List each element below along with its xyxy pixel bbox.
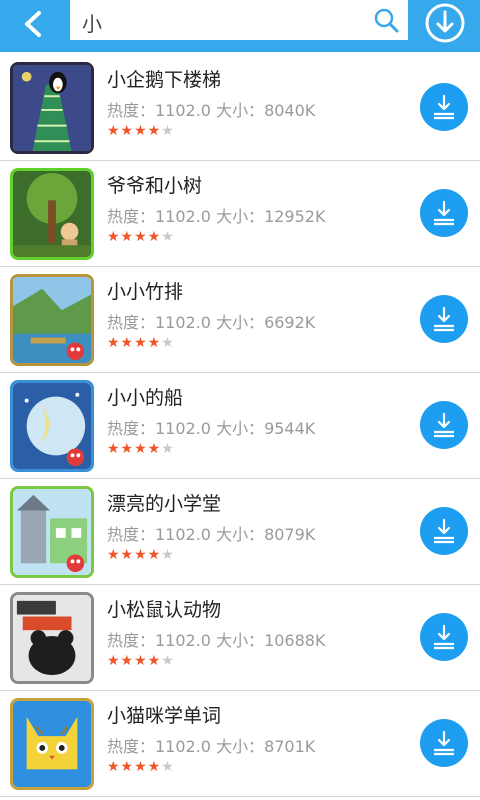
download-button[interactable] — [420, 401, 468, 449]
app-meta: 热度：1102.0 大小：8079K — [107, 525, 316, 544]
star-empty-icon: ★ — [161, 123, 175, 139]
app-meta: 热度：1102.0 大小：9544K — [107, 419, 316, 438]
download-button[interactable] — [420, 719, 468, 767]
download-icon — [434, 200, 454, 226]
star-filled-icon: ★★★★ — [107, 759, 162, 775]
download-icon — [434, 412, 454, 438]
app-meta: 热度：1102.0 大小：10688K — [107, 631, 326, 650]
download-icon — [434, 730, 454, 756]
app-thumbnail[interactable] — [10, 62, 94, 154]
app-meta: 热度：1102.0 大小：6692K — [107, 313, 316, 332]
app-title[interactable]: 小小的船 — [107, 383, 183, 410]
app-title[interactable]: 小小竹排 — [107, 277, 183, 304]
list-item[interactable]: 小松鼠认动物 热度：1102.0 大小：10688K ★★★★★ — [0, 585, 480, 691]
download-button[interactable] — [420, 295, 468, 343]
download-button[interactable] — [420, 189, 468, 237]
app-thumbnail[interactable] — [10, 274, 94, 366]
star-filled-icon: ★★★★ — [107, 229, 162, 245]
list-item[interactable]: 爷爷和小树 热度：1102.0 大小：12952K ★★★★★ — [0, 161, 480, 267]
app-title[interactable]: 小猫咪学单词 — [107, 701, 221, 728]
app-title[interactable]: 漂亮的小学堂 — [107, 489, 221, 516]
star-empty-icon: ★ — [161, 547, 175, 563]
app-thumbnail[interactable] — [10, 486, 94, 578]
rating-stars: ★★★★★ — [107, 653, 175, 669]
download-icon — [434, 518, 454, 544]
star-empty-icon: ★ — [161, 759, 175, 775]
star-filled-icon: ★★★★ — [107, 653, 162, 669]
back-button[interactable] — [8, 4, 56, 44]
list-item[interactable]: 小猫咪学单词 热度：1102.0 大小：8701K ★★★★★ — [0, 691, 480, 797]
download-icon — [434, 624, 454, 650]
app-meta: 热度：1102.0 大小：8040K — [107, 101, 316, 120]
app-title[interactable]: 爷爷和小树 — [107, 171, 202, 198]
rating-stars: ★★★★★ — [107, 123, 175, 139]
download-button[interactable] — [420, 613, 468, 661]
rating-stars: ★★★★★ — [107, 335, 175, 351]
download-manager-icon[interactable] — [424, 2, 466, 44]
back-arrow-icon — [25, 11, 41, 37]
search-value: 小 — [82, 12, 102, 36]
search-input[interactable]: 小 — [70, 0, 408, 40]
rating-stars: ★★★★★ — [107, 547, 175, 563]
list-item[interactable]: 小小的船 热度：1102.0 大小：9544K ★★★★★ — [0, 373, 480, 479]
star-empty-icon: ★ — [161, 441, 175, 457]
app-thumbnail[interactable] — [10, 380, 94, 472]
star-filled-icon: ★★★★ — [107, 441, 162, 457]
star-filled-icon: ★★★★ — [107, 123, 162, 139]
star-filled-icon: ★★★★ — [107, 335, 162, 351]
rating-stars: ★★★★★ — [107, 759, 175, 775]
star-empty-icon: ★ — [161, 653, 175, 669]
list-item[interactable]: 漂亮的小学堂 热度：1102.0 大小：8079K ★★★★★ — [0, 479, 480, 585]
star-empty-icon: ★ — [161, 335, 175, 351]
download-icon — [434, 306, 454, 332]
app-meta: 热度：1102.0 大小：8701K — [107, 737, 316, 756]
download-icon — [434, 94, 454, 120]
download-button[interactable] — [420, 83, 468, 131]
app-list: 小企鹅下楼梯 热度：1102.0 大小：8040K ★★★★★ 爷爷和小树 热度… — [0, 55, 480, 800]
star-empty-icon: ★ — [161, 229, 175, 245]
search-icon[interactable] — [372, 6, 400, 34]
app-title[interactable]: 小企鹅下楼梯 — [107, 65, 221, 92]
rating-stars: ★★★★★ — [107, 441, 175, 457]
app-thumbnail[interactable] — [10, 168, 94, 260]
rating-stars: ★★★★★ — [107, 229, 175, 245]
list-item[interactable]: 小企鹅下楼梯 热度：1102.0 大小：8040K ★★★★★ — [0, 55, 480, 161]
app-title[interactable]: 小松鼠认动物 — [107, 595, 221, 622]
list-item[interactable]: 小小竹排 热度：1102.0 大小：6692K ★★★★★ — [0, 267, 480, 373]
star-filled-icon: ★★★★ — [107, 547, 162, 563]
download-button[interactable] — [420, 507, 468, 555]
app-meta: 热度：1102.0 大小：12952K — [107, 207, 326, 226]
app-thumbnail[interactable] — [10, 592, 94, 684]
top-bar: 小 — [0, 0, 480, 52]
app-thumbnail[interactable] — [10, 698, 94, 790]
